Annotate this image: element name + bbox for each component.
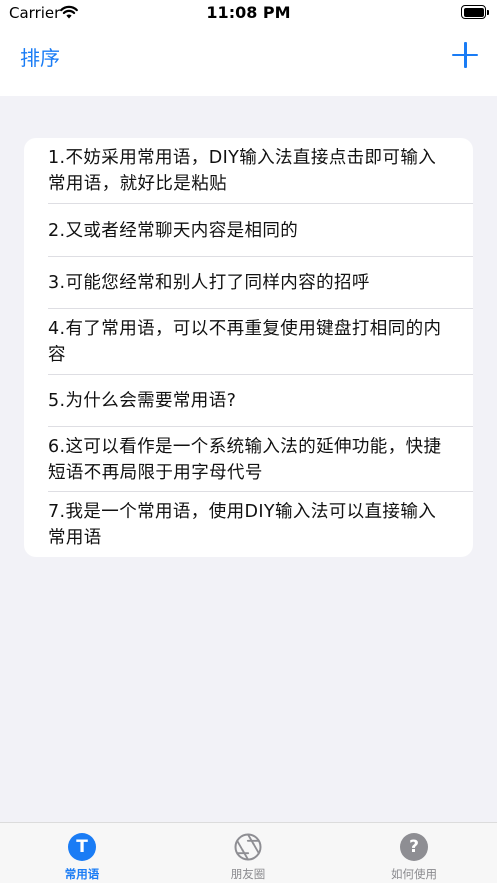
screen: Carrier 11:08 PM 排序 1.不妨采用常用语，DIY输入法直接点击… [0, 0, 497, 883]
list-item[interactable]: 5.为什么会需要常用语? [24, 375, 473, 427]
tab-how-to-use[interactable]: ? 如何使用 [354, 823, 474, 883]
navigation-bar: 排序 [0, 28, 497, 96]
phrase-text: 7.我是一个常用语，使用DIY输入法可以直接输入常用语 [48, 501, 437, 548]
tab-label: 如何使用 [391, 867, 437, 881]
list-item[interactable]: 3.可能您经常和别人打了同样内容的招呼 [24, 257, 473, 309]
list-item[interactable]: 1.不妨采用常用语，DIY输入法直接点击即可输入常用语，就好比是粘贴 [24, 138, 473, 204]
battery-icon [461, 5, 489, 19]
tab-common-phrases[interactable]: T 常用语 [22, 823, 142, 883]
status-time: 11:08 PM [206, 3, 291, 22]
tab-bar: T 常用语 朋友圈 ? 如何使用 [0, 822, 497, 883]
phrase-text: 6.这可以看作是一个系统输入法的延伸功能，快捷短语不再局限于用字母代号 [48, 436, 442, 483]
phrase-text: 1.不妨采用常用语，DIY输入法直接点击即可输入常用语，就好比是粘贴 [48, 148, 437, 194]
list-item[interactable]: 7.我是一个常用语，使用DIY输入法可以直接输入常用语 [24, 492, 473, 557]
plus-icon[interactable] [452, 42, 478, 68]
tab-label: 常用语 [64, 867, 100, 881]
help-icon: ? [400, 833, 428, 861]
phrase-text: 2.又或者经常聊天内容是相同的 [48, 220, 299, 241]
text-t-icon: T [68, 833, 96, 861]
tab-label: 朋友圈 [230, 867, 266, 881]
list-item[interactable]: 4.有了常用语，可以不再重复使用键盘打相同的内容 [24, 309, 473, 375]
phrase-list: 1.不妨采用常用语，DIY输入法直接点击即可输入常用语，就好比是粘贴 2.又或者… [24, 138, 473, 557]
sort-button[interactable]: 排序 [20, 42, 60, 71]
tab-moments[interactable]: 朋友圈 [188, 823, 308, 883]
phrase-text: 3.可能您经常和别人打了同样内容的招呼 [48, 273, 370, 293]
status-bar: Carrier 11:08 PM [0, 0, 497, 28]
phrase-text: 5.为什么会需要常用语? [48, 391, 237, 411]
list-item[interactable]: 2.又或者经常聊天内容是相同的 [24, 204, 473, 257]
phrase-text: 4.有了常用语，可以不再重复使用键盘打相同的内容 [48, 319, 442, 365]
aperture-icon [234, 833, 262, 861]
list-item[interactable]: 6.这可以看作是一个系统输入法的延伸功能，快捷短语不再局限于用字母代号 [24, 427, 473, 492]
